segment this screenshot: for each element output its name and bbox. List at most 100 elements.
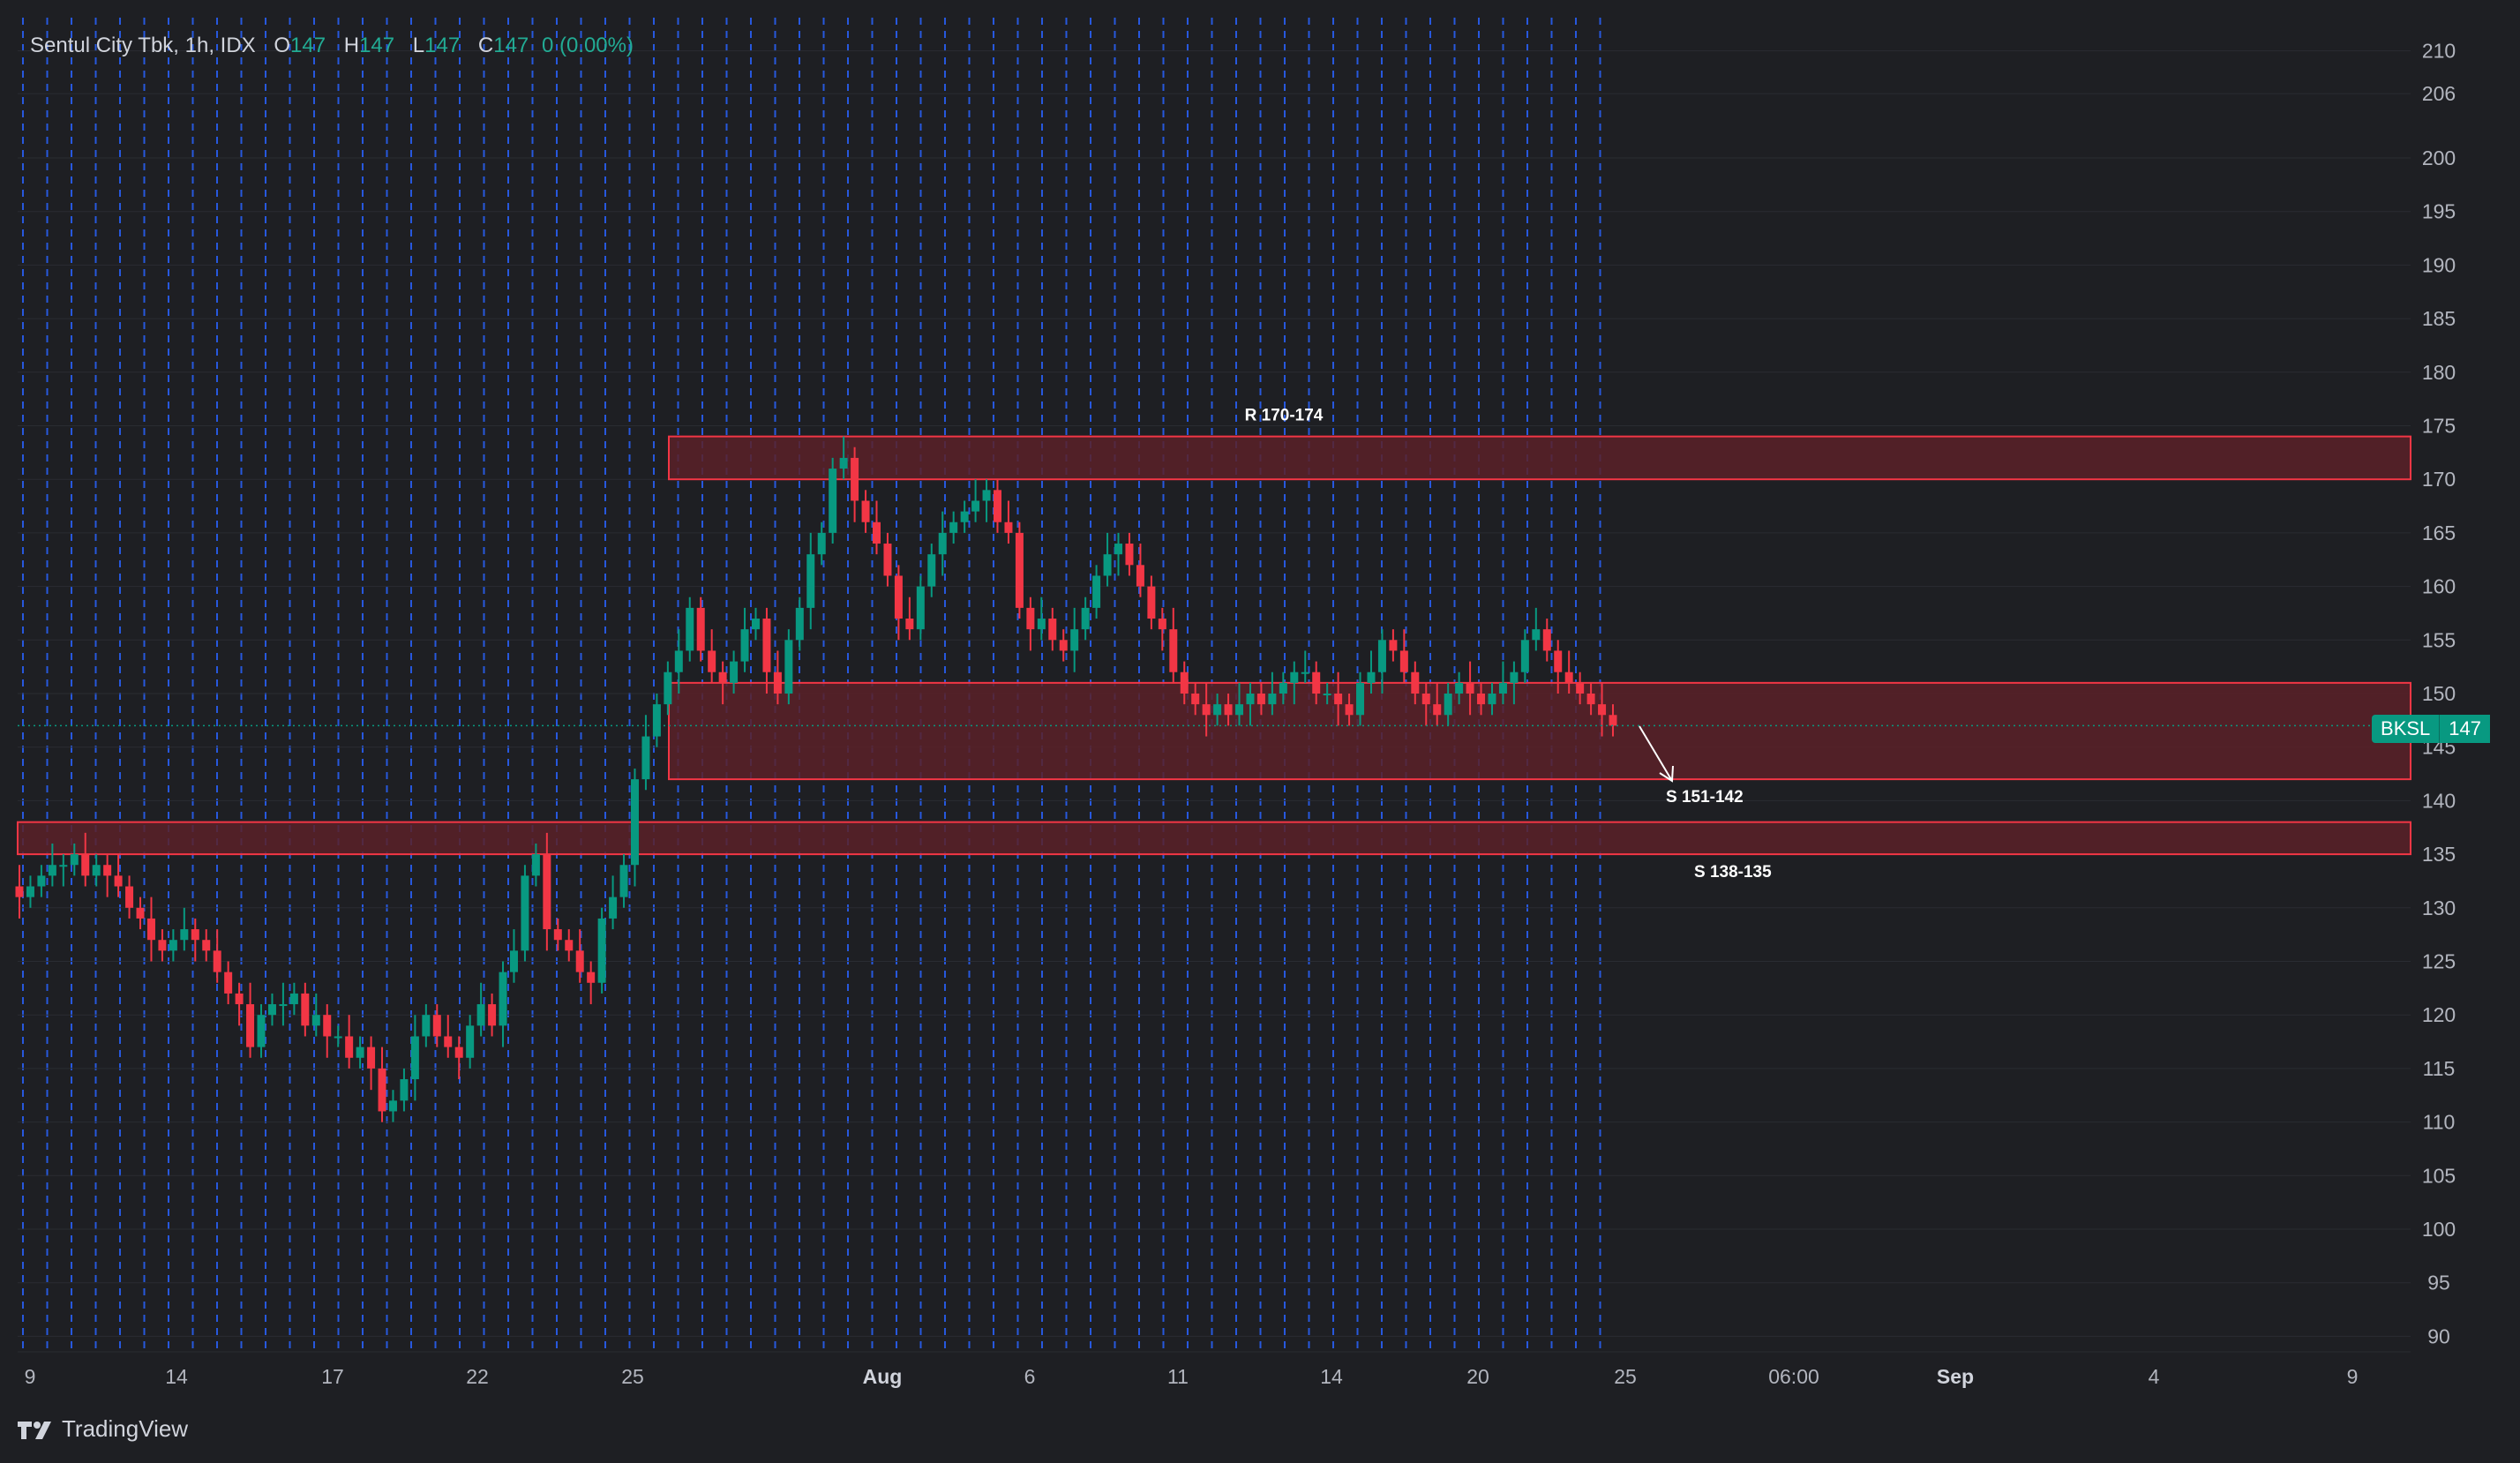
legend-title: Sentul City Tbk, 1h, IDX [30,34,256,57]
legend-low-label: L [412,34,425,57]
candle-body [587,972,596,983]
candle-body [180,929,189,941]
candle-body [1421,694,1430,705]
candle-body [1158,619,1166,630]
candle-body [1399,650,1408,672]
y-tick-label: 180 [2422,361,2456,384]
candle-body [1224,704,1233,716]
price-tag-symbol: BKSL [2372,715,2440,743]
price-chart[interactable]: R 170-174S 151-142S 138-135 210206200195… [0,0,2520,1463]
y-tick-label: 130 [2422,897,2456,919]
x-tick-label: 11 [1167,1365,1189,1388]
zone-label: S 138-135 [1694,863,1772,882]
candle-body [773,671,782,694]
candle-body [674,650,683,672]
candle-body [883,544,892,576]
x-tick-label: 6 [1024,1365,1036,1388]
zone-box [668,681,2411,781]
zone-label: R 170-174 [1245,407,1324,425]
candle-body [718,671,727,683]
candle-body [927,554,936,587]
candle-body [839,457,848,469]
last-price-tag: BKSL 147 [2372,715,2490,743]
candle-body [751,619,760,630]
candle-body [345,1036,354,1058]
candle-body [1609,715,1617,726]
candle-body [92,865,101,876]
candle-body [543,854,551,930]
y-tick-label: 135 [2422,843,2456,866]
candle-body [410,1036,419,1080]
candle-body [257,1015,266,1047]
candle-body [641,736,650,780]
candle-body [1345,704,1354,716]
candle-body [499,972,507,1026]
legend-high-label: H [343,34,360,57]
candle-body [1510,671,1519,683]
candle-body [279,1004,288,1007]
candle-body [873,521,881,544]
candle-body [784,640,793,694]
candle-body [378,1068,386,1112]
legend-close-value: 147 [493,34,529,57]
candle-body [740,629,749,662]
x-tick-label: 9 [2347,1365,2359,1388]
candle-body [1037,619,1046,630]
x-tick-label: 14 [165,1365,188,1388]
candle-body [334,1036,342,1039]
candle-body [762,619,771,672]
candle-body [466,1025,475,1058]
x-tick-label: 25 [621,1365,644,1388]
candle-body [960,511,969,522]
candle-body [323,1015,332,1037]
legend-close-label: C [477,34,494,57]
candle-body [597,918,606,983]
x-axis[interactable]: 9 14 17 22 25 Aug 6 11 14 20 25 06:00 Sep 4 9 [18,1351,2411,1388]
candle-body [1268,694,1277,705]
legend-change: 0 (0.00%) [541,34,634,57]
candle-body [730,661,739,683]
y-tick-label: 115 [2423,1057,2456,1080]
candle-body [70,854,79,866]
candle-body [15,886,24,897]
candle-body [795,607,804,641]
candle-body [1389,640,1398,651]
candle-body [949,521,958,533]
candle-body [817,532,826,555]
candle-body [1377,640,1386,672]
x-tick-label: 17 [321,1365,344,1388]
candle-body [1290,671,1299,683]
candle-body [1048,619,1057,641]
price-tag-value: 147 [2439,715,2490,743]
x-tick-label: 22 [466,1365,489,1388]
candle-body [829,469,837,533]
candle-body [806,554,815,608]
candle-body [696,607,705,651]
candle-body [367,1047,376,1069]
legend-open-label: O [274,34,291,57]
candle-body [1246,694,1255,705]
y-tick-label: 90 [2427,1324,2450,1347]
tradingview-logo[interactable]: TradingView [18,1415,188,1443]
symbol-legend: Sentul City Tbk, 1h, IDX O147 H147 L147 … [30,34,634,58]
candle-body [916,586,925,630]
y-axis[interactable]: 210 206 200 195 190 185 180 175 170 165 160 155 150 1… [2422,40,2456,1348]
candle-body [400,1079,409,1101]
candle-body [1498,682,1507,694]
candle-body [246,1004,255,1047]
candle-body [422,1015,431,1037]
candle-body [444,1036,453,1047]
x-tick-label: 06:00 [1768,1365,1819,1388]
candle-body [1004,521,1013,533]
candle-body [1411,671,1420,694]
candle-body [1444,694,1452,716]
y-tick-label: 200 [2422,146,2456,169]
candle-body [301,993,310,1026]
candle-body [1070,629,1079,651]
candle-body [565,940,574,951]
candle-body [146,918,155,941]
candle-body [1598,704,1607,716]
candle-body [267,1004,276,1016]
y-tick-label: 206 [2422,82,2456,105]
candle-body [158,940,167,951]
